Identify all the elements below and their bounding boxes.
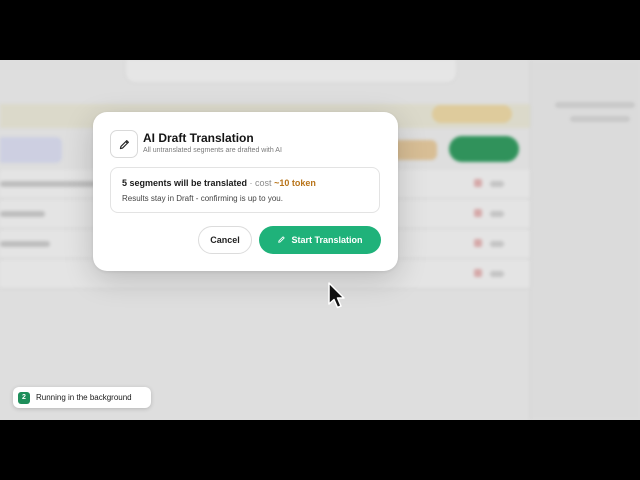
mouse-cursor-icon bbox=[328, 282, 345, 309]
background-task-toast[interactable]: 2 Running in the background bbox=[13, 387, 151, 408]
cancel-button[interactable]: Cancel bbox=[198, 226, 252, 254]
toast-label: Running in the background bbox=[36, 393, 132, 402]
draft-note: Results stay in Draft - confirming is up… bbox=[122, 194, 283, 203]
cost-separator: · cost bbox=[247, 178, 275, 188]
start-translation-button[interactable]: Start Translation bbox=[259, 226, 381, 254]
dialog-title: AI Draft Translation bbox=[143, 131, 254, 145]
summary-line: 5 segments will be translated · cost ~10… bbox=[122, 178, 316, 188]
start-translation-label: Start Translation bbox=[291, 235, 363, 245]
pencil-icon bbox=[110, 130, 138, 158]
summary-box: 5 segments will be translated · cost ~10… bbox=[110, 167, 380, 213]
ai-draft-dialog: AI Draft Translation All untranslated se… bbox=[93, 112, 398, 271]
task-count-badge: 2 bbox=[18, 391, 30, 404]
dialog-subtitle: All untranslated segments are drafted wi… bbox=[143, 147, 282, 154]
cost-value: ~10 token bbox=[274, 178, 316, 188]
app-stage: AI Draft Translation All untranslated se… bbox=[0, 60, 640, 420]
pencil-icon bbox=[277, 235, 286, 246]
segment-count-text: 5 segments will be translated bbox=[122, 178, 248, 188]
